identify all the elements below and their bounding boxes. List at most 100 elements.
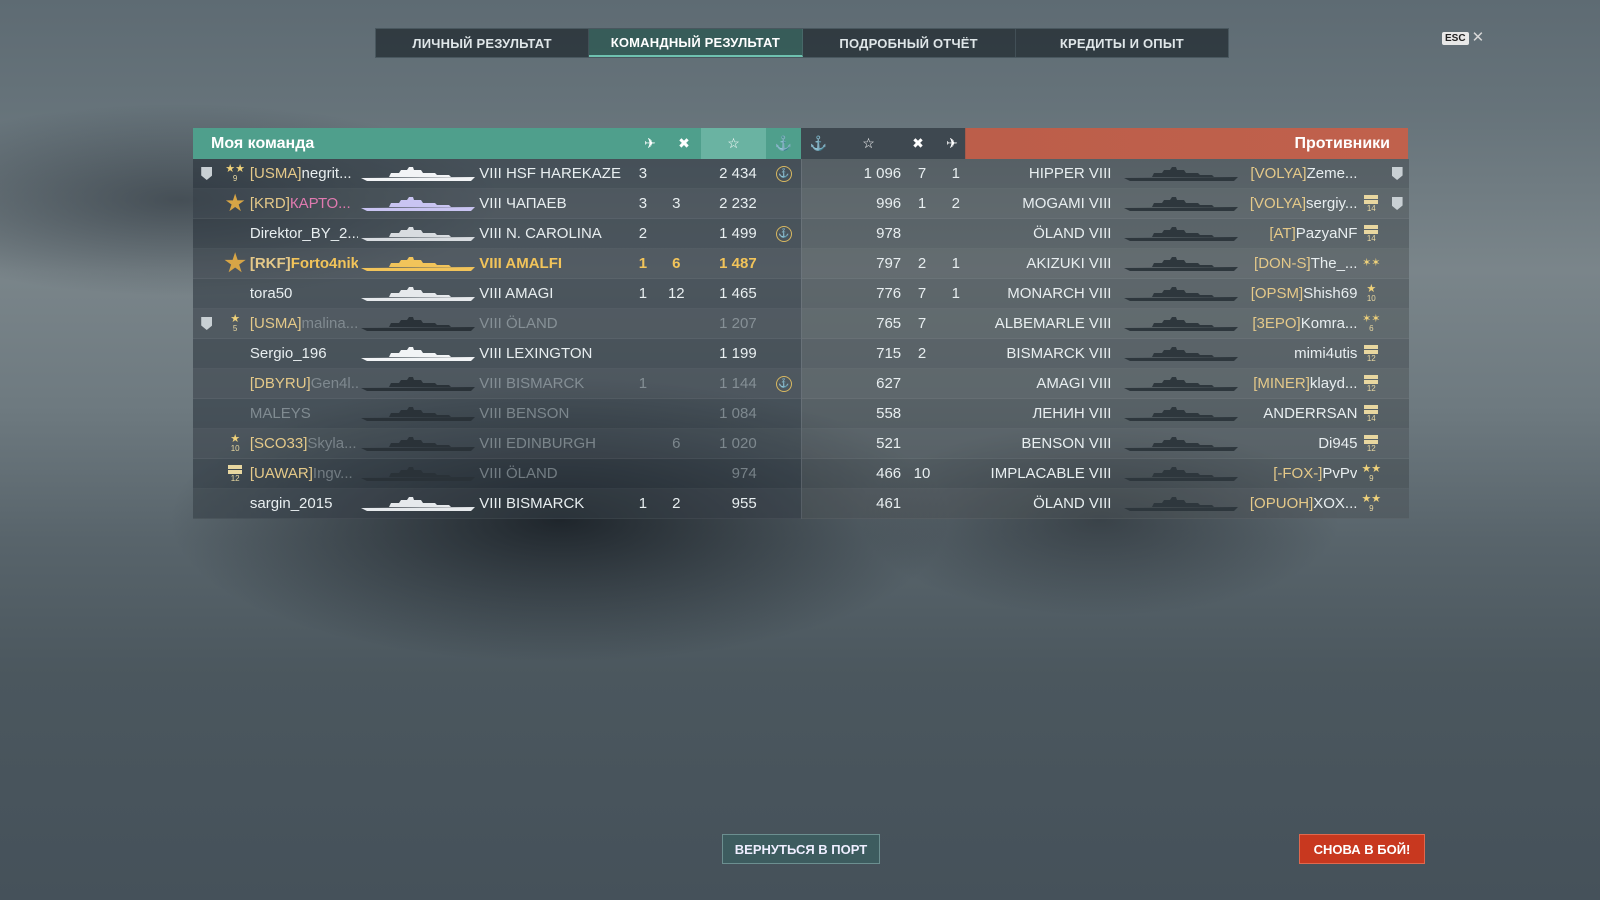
- enemy-base-capture-icon: ⚓: [809, 135, 828, 151]
- player-name[interactable]: [SCO33]Skyla...: [250, 435, 358, 452]
- enemy-team-row[interactable]: 765 7 ALBEMARLE VIII [3EPO]Komra... ✶✶ 6: [802, 309, 1409, 339]
- crest-cell: ⚓: [767, 375, 801, 392]
- clan-tag[interactable]: [UAWAR]: [250, 465, 313, 482]
- enemy-player-name[interactable]: [OPUOH]XOX...: [1242, 495, 1358, 512]
- my-team-row[interactable]: ★ [KRD]КАРТО... VIII ЧАПАЕВ 3 3 2 232: [193, 189, 801, 219]
- enemy-team-row[interactable]: 461 ÖLAND VIII [OPUOH]XOX... ★★ 9: [802, 489, 1409, 519]
- close-results[interactable]: ESC ✕: [1442, 30, 1485, 45]
- player-name[interactable]: Sergio_196: [250, 345, 358, 362]
- my-team-row[interactable]: ★ 10 [SCO33]Skyla... VIII EDINBURGH 6 1 020: [193, 429, 801, 459]
- rank-badge-icon: ✶✶: [1362, 258, 1380, 269]
- enemy-team-row[interactable]: 558 ЛЕНИН VIII ANDERRSAN 14: [802, 399, 1409, 429]
- enemy-ship-name: BENSON VIII: [1021, 435, 1112, 452]
- rank-bar-icon: [228, 469, 243, 474]
- enemy-clan-tag[interactable]: [VOLYA]: [1250, 165, 1306, 182]
- enemy-base-xp-icon[interactable]: ☆: [836, 128, 901, 159]
- rank-bar-icon: [1364, 194, 1379, 199]
- player-name[interactable]: [RKF]Forto4nik: [250, 255, 358, 272]
- enemy-rank-cell: 14: [1357, 224, 1385, 243]
- enemy-clan-tag[interactable]: [OPUOH]: [1250, 495, 1313, 512]
- ships-destroyed: 6: [672, 435, 681, 452]
- planes-shot: 1: [638, 375, 648, 392]
- player-name[interactable]: [DBYRU]Gen4l...: [250, 375, 358, 392]
- clan-tag[interactable]: [DBYRU]: [250, 375, 311, 392]
- rank-level: 6: [1369, 324, 1374, 333]
- clan-tag[interactable]: [SCO33]: [250, 435, 308, 452]
- player-name[interactable]: [KRD]КАРТО...: [250, 195, 358, 212]
- enemy-player-name[interactable]: [MINER]klayd...: [1242, 375, 1357, 392]
- enemy-team-row[interactable]: 776 7 1 MONARCH VIII [OPSM]Shish69 ★ 10: [802, 279, 1409, 309]
- my-team-row[interactable]: [DBYRU]Gen4l... VIII BISMARCK 1 1 144 ⚓: [193, 369, 801, 399]
- tab-detailed-report[interactable]: ПОДРОБНЫЙ ОТЧЁТ: [803, 29, 1016, 57]
- my-team-row[interactable]: MALEYS VIII BENSON 1 084: [193, 399, 801, 429]
- my-team-row[interactable]: 12 [UAWAR]Ingv... VIII ÖLAND 974: [193, 459, 801, 489]
- clan-tag[interactable]: [RKF]: [250, 255, 291, 272]
- my-team-row[interactable]: tora50 VIII AMAGI 1 12 1 465: [193, 279, 801, 309]
- enemy-player-name[interactable]: [AT]PazyaNF: [1242, 225, 1357, 242]
- table-header: Моя команда ✈ ✖ ☆ ⚓ ⚓ ☆ ✖ ✈ Противники: [193, 128, 1408, 159]
- enemy-rank-cell: ✶✶: [1357, 258, 1385, 269]
- enemy-player-name[interactable]: [OPSM]Shish69: [1242, 285, 1358, 302]
- enemy-clan-tag[interactable]: [-FOX-]: [1273, 465, 1322, 482]
- enemy-clan-tag[interactable]: [3EPO]: [1252, 315, 1300, 332]
- rank-cell: ★: [220, 251, 249, 276]
- base-xp-sort-icon[interactable]: ☆: [701, 128, 766, 159]
- enemy-clan-tag[interactable]: [AT]: [1269, 225, 1295, 242]
- enemy-clan-tag[interactable]: [OPSM]: [1251, 285, 1304, 302]
- tab-credits-xp[interactable]: КРЕДИТЫ И ОПЫТ: [1016, 29, 1228, 57]
- player-name[interactable]: [USMA]malina...: [250, 315, 358, 332]
- player-name[interactable]: tora50: [250, 285, 358, 302]
- enemy-player-name[interactable]: [VOLYA]Zeme...: [1242, 165, 1357, 182]
- my-team-row[interactable]: Sergio_196 VIII LEXINGTON 1 199: [193, 339, 801, 369]
- enemy-team-row[interactable]: 797 2 1 AKIZUKI VIII [DON-S]The_... ✶✶: [802, 249, 1409, 279]
- tab-personal-result[interactable]: ЛИЧНЫЙ РЕЗУЛЬТАТ: [376, 29, 590, 57]
- enemy-player-name[interactable]: mimi4utis: [1242, 345, 1357, 362]
- rank-level: 12: [1366, 443, 1376, 453]
- rank-badge-icon: ★★ 9: [1361, 494, 1381, 513]
- return-to-port-button[interactable]: ВЕРНУТЬСЯ В ПОРТ: [722, 834, 880, 864]
- player-nick: Ingv...: [312, 465, 353, 482]
- rank-cell: 12: [220, 464, 249, 483]
- ship-silhouette-icon: [1123, 166, 1238, 181]
- close-icon[interactable]: ✕: [1472, 30, 1485, 45]
- enemy-ship-name: BISMARCK VIII: [1006, 345, 1112, 362]
- battle-again-button[interactable]: СНОВА В БОЙ!: [1299, 834, 1425, 864]
- rank-bar-icon: [1364, 379, 1379, 384]
- my-team-row[interactable]: sargin_2015 VIII BISMARCK 1 2 955: [193, 489, 801, 519]
- crest-cell: ⚓: [767, 165, 801, 182]
- player-name[interactable]: sargin_2015: [250, 495, 358, 512]
- enemy-player-name[interactable]: [VOLYA]sergiy...: [1242, 195, 1358, 212]
- clan-tag[interactable]: [USMA]: [250, 315, 302, 332]
- ship-silhouette-icon: [361, 196, 476, 211]
- enemy-player-name[interactable]: Di945: [1242, 435, 1357, 452]
- enemy-clan-tag[interactable]: [VOLYA]: [1250, 195, 1306, 212]
- rank-bar-icon: [1364, 344, 1379, 349]
- tab-team-result[interactable]: КОМАНДНЫЙ РЕЗУЛЬТАТ: [589, 29, 803, 57]
- enemy-team-row[interactable]: 978 ÖLAND VIII [AT]PazyaNF 14: [802, 219, 1409, 249]
- enemy-team-row[interactable]: 521 BENSON VIII Di945 12: [802, 429, 1409, 459]
- my-team-row[interactable]: ★★ 9 [USMA]negrit... VIII HSF HAREKAZE 3 2 43…: [193, 159, 801, 189]
- enemy-player-name[interactable]: ANDERRSAN: [1242, 405, 1357, 422]
- my-team-row[interactable]: ★ [RKF]Forto4nik VIII AMALFI 1 6 1 487: [193, 249, 801, 279]
- enemy-team-row[interactable]: 466 10 IMPLACABLE VIII [-FOX-]PvPv ★★ 9: [802, 459, 1409, 489]
- my-team-row[interactable]: ★ 5 [USMA]malina... VIII ÖLAND 1 207: [193, 309, 801, 339]
- enemy-team-row[interactable]: 1 096 7 1 HIPPER VIII [VOLYA]Zeme...: [802, 159, 1409, 189]
- player-name[interactable]: MALEYS: [250, 405, 358, 422]
- clan-tag[interactable]: [KRD]: [250, 195, 290, 212]
- enemy-team-row[interactable]: 627 AMAGI VIII [MINER]klayd... 12: [802, 369, 1409, 399]
- enemy-team-row[interactable]: 996 1 2 MOGAMI VIII [VOLYA]sergiy... 14: [802, 189, 1409, 219]
- clan-tag[interactable]: [USMA]: [250, 165, 302, 182]
- player-name[interactable]: [UAWAR]Ingv...: [250, 465, 358, 482]
- enemy-player-name[interactable]: [DON-S]The_...: [1242, 255, 1357, 272]
- enemy-clan-tag[interactable]: [MINER]: [1253, 375, 1310, 392]
- enemy-ships-destroyed-icon: ✖: [912, 135, 924, 151]
- my-team-row[interactable]: Direktor_BY_2... VIII N. CAROLINA 2 1 499 ⚓: [193, 219, 801, 249]
- enemy-team-row[interactable]: 715 2 BISMARCK VIII mimi4utis 12: [802, 339, 1409, 369]
- enemy-player-name[interactable]: [3EPO]Komra...: [1242, 315, 1357, 332]
- player-name[interactable]: Direktor_BY_2...: [250, 225, 358, 242]
- enemy-ships-destroyed: 2: [917, 255, 927, 272]
- enemy-clan-tag[interactable]: [DON-S]: [1254, 255, 1311, 272]
- enemy-player-name[interactable]: [-FOX-]PvPv: [1242, 465, 1357, 482]
- player-name[interactable]: [USMA]negrit...: [250, 165, 358, 182]
- esc-key-label: ESC: [1442, 31, 1469, 45]
